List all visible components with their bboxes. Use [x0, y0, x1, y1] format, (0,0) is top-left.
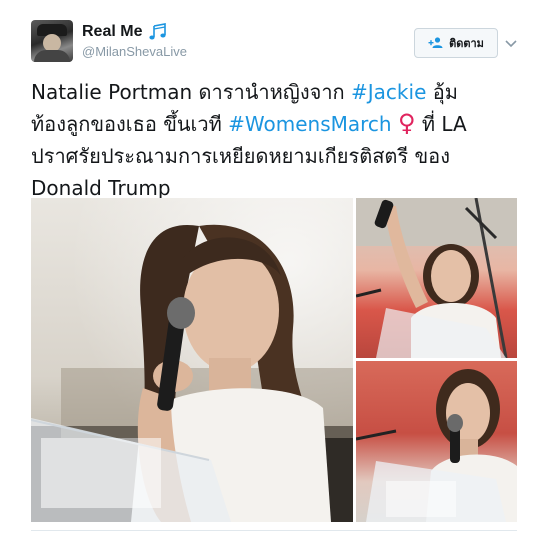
user-handle[interactable]: @MilanShevaLive	[82, 44, 187, 59]
tweet-text-segment: ท้องลูกของเธอ ขึ้นเวที	[31, 112, 229, 136]
display-name[interactable]: Real Me	[82, 23, 142, 41]
add-user-icon	[428, 37, 443, 48]
hashtag-womensmarch[interactable]: #WomensMarch	[228, 112, 391, 136]
photo-bottom-right[interactable]	[356, 361, 517, 522]
photo-top-illustration	[356, 198, 517, 358]
display-name-row: Real Me	[82, 22, 187, 42]
photo-top-right[interactable]	[356, 198, 517, 358]
music-notes-icon	[149, 23, 167, 40]
user-info[interactable]: Real Me @MilanShevaLive	[82, 22, 187, 59]
chevron-down-icon[interactable]	[503, 35, 519, 51]
avatar-shoulders	[34, 50, 70, 62]
tweet-line-1: Natalie Portman ดารานำหญิงจาก #Jackie อุ…	[31, 76, 531, 108]
tweet-line-2: ท้องลูกของเธอ ขึ้นเวที #WomensMarch ♀ ที…	[31, 108, 531, 140]
photo-main[interactable]	[31, 198, 353, 522]
tweet-line-3: ปราศรัยประณามการเหยียดหยามเกียรติสตรี ขอ…	[31, 144, 450, 168]
hashtag-jackie[interactable]: #Jackie	[351, 80, 426, 104]
tweet-card: Real Me @MilanShevaLive ติดตาม Natalie P…	[0, 0, 550, 535]
follow-button[interactable]: ติดตาม	[414, 28, 498, 58]
tweet-text-segment: อุ้ม	[426, 80, 458, 104]
media-grid	[31, 198, 517, 522]
tweet-text-segment: Natalie Portman ดารานำหญิงจาก	[31, 80, 352, 104]
photo-main-illustration	[31, 224, 353, 522]
female-sign-icon: ♀	[397, 109, 416, 137]
avatar[interactable]	[31, 20, 73, 62]
divider	[31, 530, 517, 531]
photo-bottom-illustration	[356, 369, 517, 522]
tweet-text-segment: ที่ LA	[415, 112, 467, 136]
tweet-text: Natalie Portman ดารานำหญิงจาก #Jackie อุ…	[31, 76, 531, 204]
follow-button-label: ติดตาม	[449, 37, 484, 50]
